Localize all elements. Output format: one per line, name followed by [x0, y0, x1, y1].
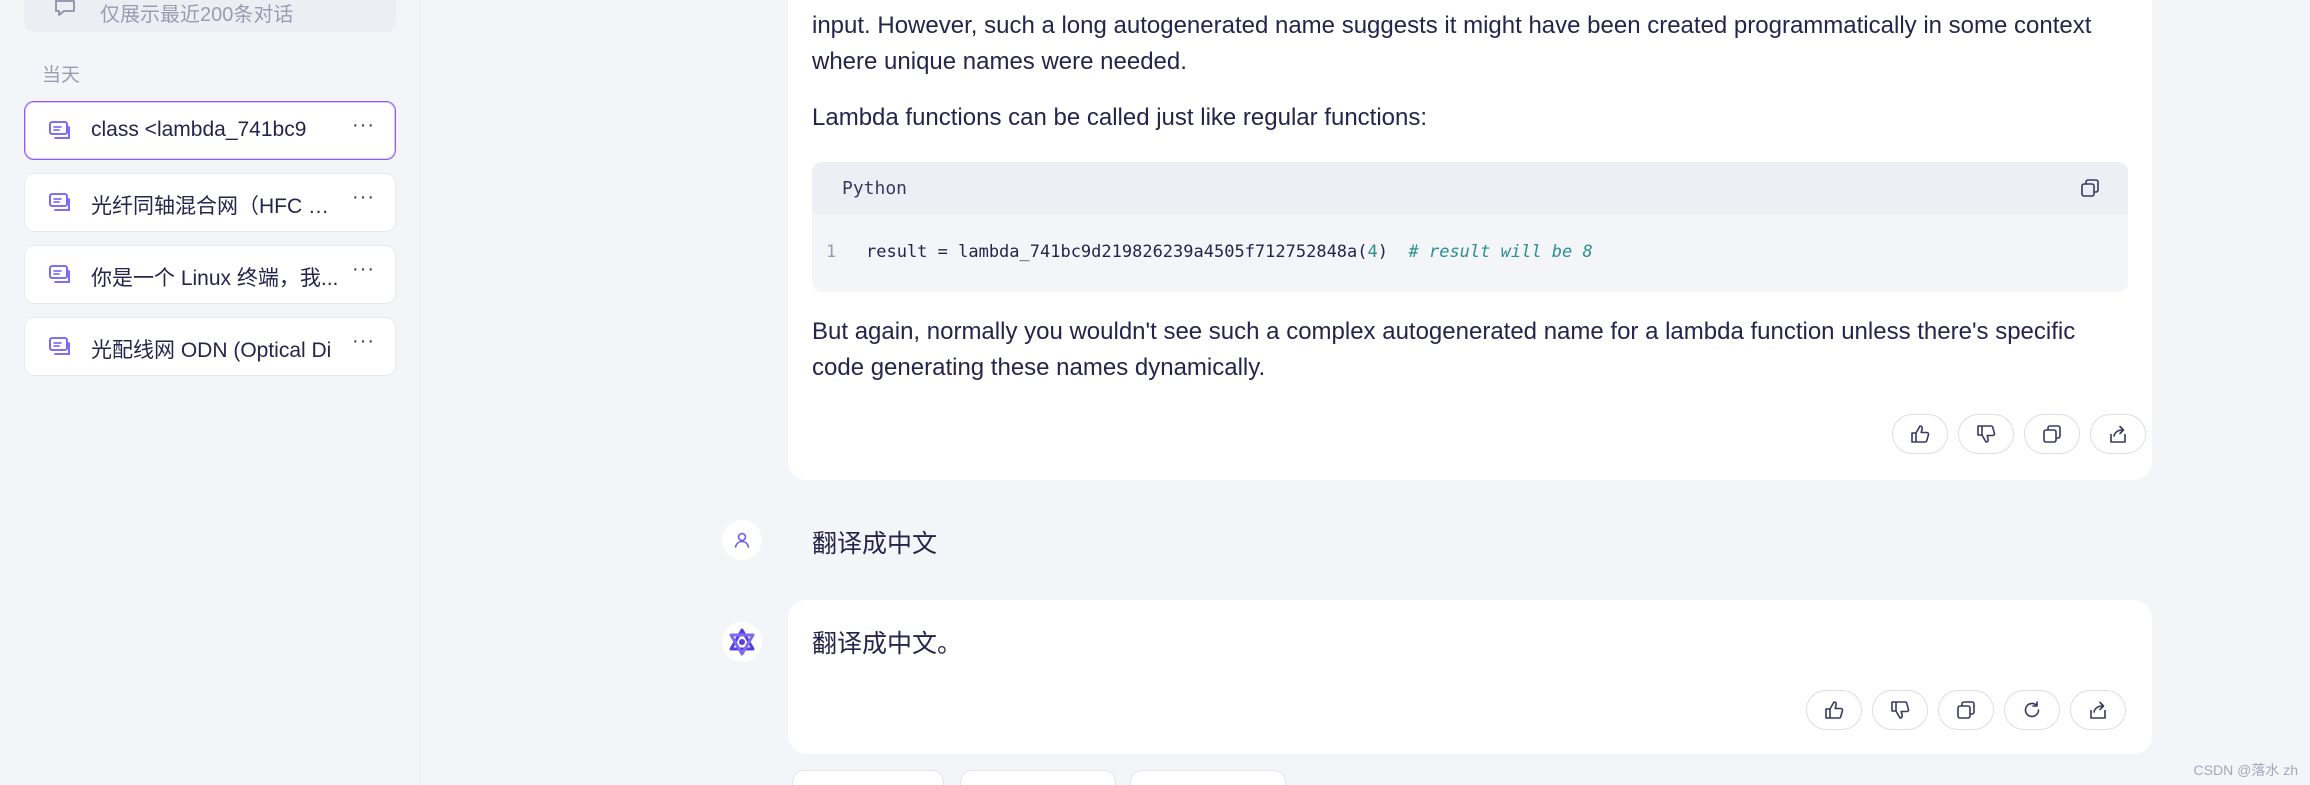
dislike-button[interactable] [1958, 414, 2014, 454]
assistant-logo-icon [729, 628, 755, 656]
more-options-icon[interactable]: ··· [352, 186, 375, 209]
message-actions [1892, 414, 2146, 454]
conversation-icon [49, 193, 70, 211]
copy-icon [1957, 701, 1975, 719]
conversation-item[interactable]: 光纤同轴混合网（HFC 网） ··· [24, 173, 396, 232]
line-number: 1 [826, 242, 837, 262]
user-icon [734, 532, 750, 548]
refresh-icon [2024, 701, 2040, 718]
chat-area: input. However, such a long autogenerate… [420, 0, 2310, 785]
conversation-item[interactable]: 你是一个 Linux 终端，我... ··· [24, 245, 396, 304]
conversation-title: 光纤同轴混合网（HFC 网） [91, 195, 341, 218]
answer-paragraph: input. However, such a long autogenerate… [812, 12, 2092, 75]
thumbs-up-icon [1825, 701, 1844, 719]
conversation-title: class <lambda_741bc9 [91, 118, 307, 141]
code-line: 1 result = lambda_741bc9d219826239a4505f7… [826, 242, 1593, 262]
copy-button[interactable] [1938, 690, 1994, 730]
code-header: Python [812, 162, 2128, 214]
conversation-title: 你是一个 Linux 终端，我... [91, 267, 339, 290]
regenerate-button[interactable] [2004, 690, 2060, 730]
answer-paragraph: 翻译成中文。 [812, 630, 963, 658]
conversation-icon [49, 265, 70, 283]
like-button[interactable] [1892, 414, 1948, 454]
copy-button[interactable] [2024, 414, 2080, 454]
code-comment: # result will be 8 [1408, 242, 1593, 262]
suggestion-chip[interactable] [960, 770, 1116, 785]
more-options-icon[interactable]: ··· [352, 258, 375, 281]
thumbs-down-icon [1891, 701, 1910, 719]
sidebar: 仅展示最近200条对话 当天 class <lambda_741bc9 ··· … [0, 0, 420, 785]
conversation-item[interactable]: class <lambda_741bc9 ··· [24, 101, 396, 160]
like-button[interactable] [1806, 690, 1862, 730]
watermark: CSDN @落水 zh [2193, 762, 2298, 778]
share-button[interactable] [2090, 414, 2146, 454]
code-number: 4 [1367, 242, 1378, 262]
conversation-item[interactable]: 光配线网 ODN (Optical Di ··· [24, 317, 396, 376]
code-language: Python [842, 178, 908, 199]
thumbs-down-icon [1977, 425, 1996, 443]
assistant-message: 翻译成中文。 [788, 600, 2152, 754]
assistant-message: input. However, such a long autogenerate… [788, 0, 2152, 480]
copy-icon [2043, 425, 2061, 443]
suggestion-chip[interactable] [1130, 770, 1286, 785]
user-message: 翻译成中文 [812, 530, 938, 558]
share-button[interactable] [2070, 690, 2126, 730]
section-label-today: 当天 [42, 65, 81, 86]
copy-code-icon[interactable] [2080, 178, 2100, 198]
suggestion-chip[interactable] [792, 770, 944, 785]
more-options-icon[interactable]: ··· [352, 114, 375, 137]
share-icon [2110, 425, 2126, 443]
answer-paragraph: Lambda functions can be called just like… [812, 104, 1428, 131]
code-block: Python 1 result = lambda_741bc9d219826239… [812, 162, 2128, 292]
conversation-icon [49, 121, 70, 139]
more-options-icon[interactable]: ··· [352, 330, 375, 353]
chat-bubble-icon [55, 0, 75, 16]
code-text: result = lambda_741bc9d219826239a4505f71… [866, 242, 1368, 262]
answer-paragraph: But again, normally you wouldn't see suc… [812, 318, 2076, 381]
dislike-button[interactable] [1872, 690, 1928, 730]
history-notice: 仅展示最近200条对话 [24, 0, 396, 32]
thumbs-up-icon [1911, 425, 1930, 443]
user-avatar [722, 520, 762, 560]
share-icon [2090, 701, 2106, 719]
code-paren: ) [1377, 242, 1389, 262]
assistant-avatar [722, 622, 762, 662]
history-notice-text: 仅展示最近200条对话 [100, 4, 294, 26]
conversation-icon [49, 337, 70, 355]
message-actions [1806, 690, 2126, 730]
conversation-title: 光配线网 ODN (Optical Di [91, 339, 332, 362]
